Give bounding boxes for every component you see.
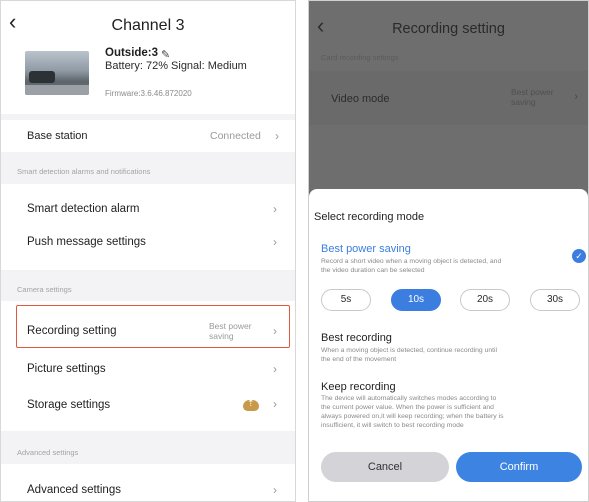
video-mode-value: Best power saving [511, 87, 569, 107]
recording-mode-sheet: Select recording mode Best power saving … [309, 189, 588, 501]
section-title-alarms: Smart detection alarms and notifications [17, 167, 151, 176]
chevron-right-icon: › [273, 397, 277, 411]
chevron-right-icon: › [574, 91, 578, 103]
alarm-settings-group: Smart detection alarm › Push message set… [1, 184, 295, 270]
option-desc-line: insufficient, it will switch to best rec… [321, 422, 464, 429]
smart-detection-alarm-row[interactable]: Smart detection alarm › [1, 184, 295, 226]
chevron-right-icon: › [275, 129, 279, 143]
option-keep-recording[interactable]: Keep recording The device will automatic… [309, 379, 588, 431]
duration-selector: 5s 10s 20s 30s [321, 289, 581, 313]
video-mode-row[interactable]: Video mode Best power saving › [309, 71, 588, 125]
option-description: The device will automatically switches m… [321, 394, 561, 430]
duration-option-10s[interactable]: 10s [391, 289, 441, 311]
option-desc-line: When a moving object is detected, contin… [321, 347, 498, 354]
video-mode-value-line1: Best power [511, 87, 554, 97]
header: ‹ Channel 3 [1, 1, 295, 47]
advanced-settings-row[interactable]: Advanced settings › [1, 464, 295, 501]
section-title-card-recording: Card recording settings [321, 53, 399, 62]
base-station-status: Connected [210, 130, 261, 142]
option-desc-line: the end of the movement [321, 356, 397, 363]
picture-settings-label: Picture settings [27, 363, 106, 375]
option-desc-line: The device will automatically switches m… [321, 395, 497, 402]
storage-settings-row[interactable]: Storage settings › [1, 387, 295, 427]
page-title: Channel 3 [111, 17, 185, 34]
duration-option-30s[interactable]: 30s [530, 289, 580, 311]
picture-settings-row[interactable]: Picture settings › [1, 351, 295, 387]
option-desc-line: always powered on,it will keep recording… [321, 413, 504, 420]
device-name: Outside:3 [105, 47, 159, 59]
page-title: Recording setting [392, 21, 505, 37]
push-message-label: Push message settings [27, 236, 146, 248]
option-desc-line: the current power value. When the power … [321, 404, 494, 411]
video-mode-value-line2: saving [511, 97, 536, 107]
base-station-row[interactable]: Base station Connected › [1, 120, 295, 152]
chevron-right-icon: › [273, 483, 277, 497]
confirm-button[interactable]: Confirm [456, 452, 582, 482]
option-title: Best power saving [321, 243, 411, 255]
firmware-version: Firmware:3.6.46.872020 [105, 89, 192, 98]
storage-settings-label: Storage settings [27, 399, 111, 411]
chevron-right-icon: › [273, 235, 277, 249]
section-title-advanced: Advanced settings [17, 448, 79, 457]
option-description: Record a short video when a moving objec… [321, 257, 561, 275]
camera-thumbnail [25, 51, 89, 95]
chevron-right-icon: › [273, 362, 277, 376]
option-desc-line: the video duration can be selected [321, 267, 425, 274]
video-mode-label: Video mode [331, 93, 390, 105]
channel-settings-screen: ‹ Channel 3 Outside:3 ✎ Battery: 72% Sig… [0, 0, 296, 502]
option-description: When a moving object is detected, contin… [321, 346, 561, 364]
device-card[interactable]: Outside:3 ✎ Battery: 72% Signal: Medium … [1, 47, 295, 114]
push-message-row[interactable]: Push message settings › [1, 226, 295, 268]
checkmark-icon: ✓ [572, 249, 586, 263]
duration-option-5s[interactable]: 5s [321, 289, 371, 311]
section-title-camera: Camera settings [17, 285, 72, 294]
device-status: Battery: 72% Signal: Medium [105, 60, 247, 72]
cancel-button[interactable]: Cancel [321, 452, 449, 482]
option-best-recording[interactable]: Best recording When a moving object is d… [309, 329, 588, 365]
option-best-power-saving[interactable]: Best power saving Record a short video w… [309, 239, 588, 279]
smart-detection-label: Smart detection alarm [27, 203, 140, 215]
advanced-settings-label: Advanced settings [27, 484, 121, 496]
recording-setting-highlight [16, 305, 290, 348]
chevron-right-icon: › [273, 202, 277, 216]
cloud-upload-icon [243, 398, 259, 411]
option-title: Keep recording [321, 381, 396, 393]
option-title: Best recording [321, 332, 392, 344]
option-desc-line: Record a short video when a moving objec… [321, 258, 502, 265]
base-station-label: Base station [27, 130, 88, 142]
sheet-title: Select recording mode [314, 211, 425, 223]
duration-option-20s[interactable]: 20s [460, 289, 510, 311]
recording-setting-screen: ‹ Recording setting Card recording setti… [308, 0, 589, 502]
